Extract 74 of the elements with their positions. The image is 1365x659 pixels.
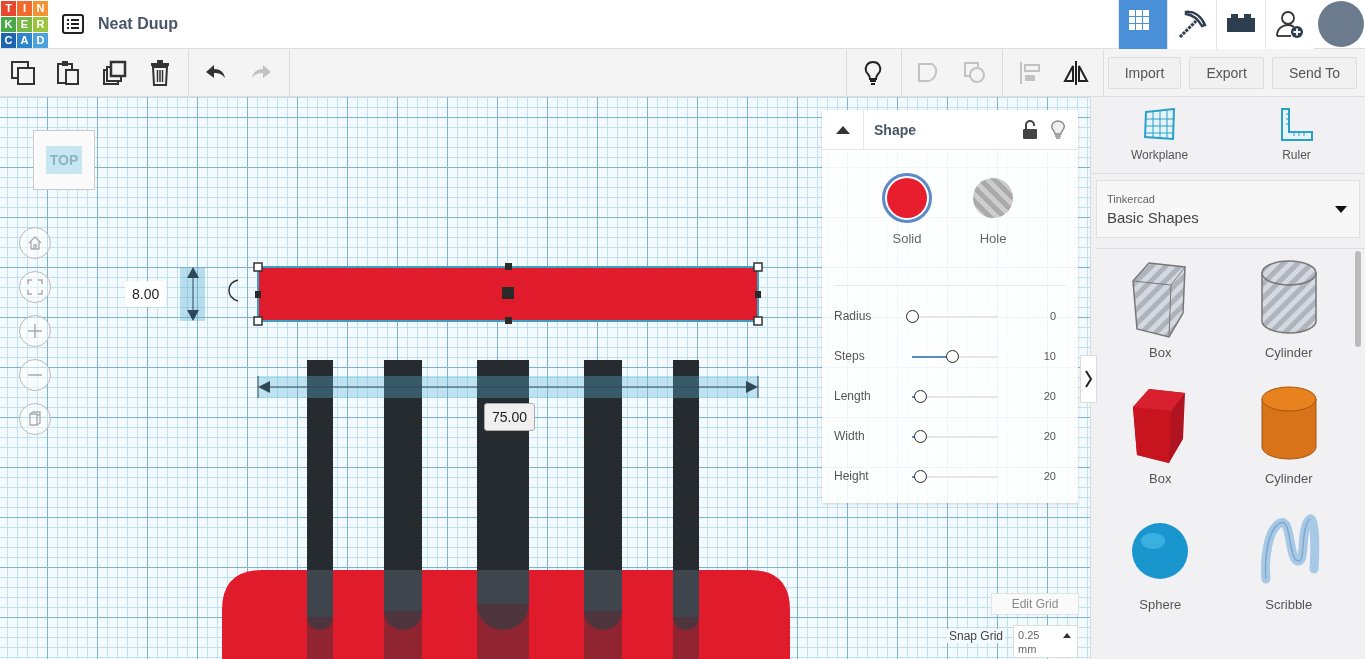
avatar[interactable] [1318,1,1364,47]
parameter-label: Height [834,469,870,483]
snap-grid-dropdown[interactable]: 0.25 mm [1013,625,1079,658]
shape-item[interactable]: Box [1096,383,1225,509]
shape-item[interactable]: Box [1096,257,1225,383]
perspective-icon [26,410,44,428]
unlock-icon[interactable] [1022,119,1038,140]
panel-title: Shape [874,121,917,138]
shape-item[interactable]: Sphere [1096,509,1225,635]
shape-library-dropdown[interactable]: Tinkercad Basic Shapes [1096,180,1360,238]
snap-grid-label: Snap Grid [947,629,1006,643]
snap-grid-unit: mm [1018,642,1037,656]
parameter-label: Length [834,389,872,403]
library-name: Basic Shapes [1107,208,1200,226]
edit-grid-button[interactable]: Edit Grid [991,593,1079,615]
view-mode-button[interactable] [1167,0,1216,49]
parameter-value: 20 [1042,430,1057,442]
ruler-icon [1279,108,1314,142]
parameter-label: Width [834,429,866,443]
slider-thumb[interactable] [913,389,927,403]
view-mode-button[interactable] [1216,0,1265,49]
ruler-button[interactable]: Ruler [1228,97,1365,173]
slider-thumb[interactable] [906,309,919,323]
snap-grid-value: 0.25 [1018,628,1040,642]
expand-panel-button[interactable] [1080,355,1097,403]
logo-letter: T [1,0,16,16]
workplane-icon [1142,108,1177,142]
parameter-value: 20 [1042,470,1057,482]
logo-letter: N [33,0,48,16]
caret-icon [1335,205,1347,213]
shape-item[interactable]: Scribble [1224,509,1353,635]
logo-letter: D [33,32,48,48]
design-list-button[interactable] [61,12,85,36]
parameter-value: 10 [1042,350,1057,362]
caret-icon [1063,632,1072,638]
toolbar-button[interactable]: Export [1189,56,1264,89]
slider-thumb[interactable] [946,349,960,363]
solid-swatch-icon [887,178,927,218]
rotate-handle-icon[interactable] [228,279,239,302]
home-icon [26,234,44,252]
workplane-button[interactable]: Workplane [1091,97,1228,173]
pickaxe-icon [1176,8,1208,40]
scrollbar-thumb[interactable] [1355,251,1361,347]
logo-letter: K [1,16,16,32]
logo-letter: I [17,0,32,16]
height-value-label[interactable]: 8.00 [125,281,167,307]
width-value-field[interactable]: 75.00 [484,403,536,431]
logo-letter: R [33,16,48,32]
parameter-value: 20 [1042,390,1057,402]
logo-letter: A [17,32,32,48]
logo-letter: C [1,32,16,48]
shape-item[interactable]: Cylinder [1224,257,1353,383]
toolbar-button[interactable]: Import [1107,56,1182,89]
logo-letter: E [17,16,32,32]
toolbar-button[interactable]: Send To [1271,56,1357,89]
shape-item[interactable]: Cylinder [1224,383,1353,509]
hole-swatch-icon [973,178,1013,218]
library-provider: Tinkercad [1107,192,1156,205]
mode-option[interactable]: Hole [968,173,1018,285]
design-title: Neat Duup [98,15,179,33]
slider-thumb[interactable] [913,469,927,483]
parameter-label: Steps [834,349,866,363]
fit-view-icon [26,278,44,296]
mode-option[interactable]: Solid [882,173,932,285]
slider-thumb[interactable] [913,429,927,443]
parameter-value: 0 [1048,310,1057,322]
zoom-in-icon [26,322,44,340]
chevron-icon [1084,370,1093,388]
list-icon [61,12,85,36]
parameter-label: Radius [834,309,873,323]
invite-user-button[interactable] [1265,0,1314,49]
add-user-icon [1275,9,1305,39]
view-cube-face: TOP [45,146,83,174]
lightbulb-icon[interactable] [1050,119,1066,140]
